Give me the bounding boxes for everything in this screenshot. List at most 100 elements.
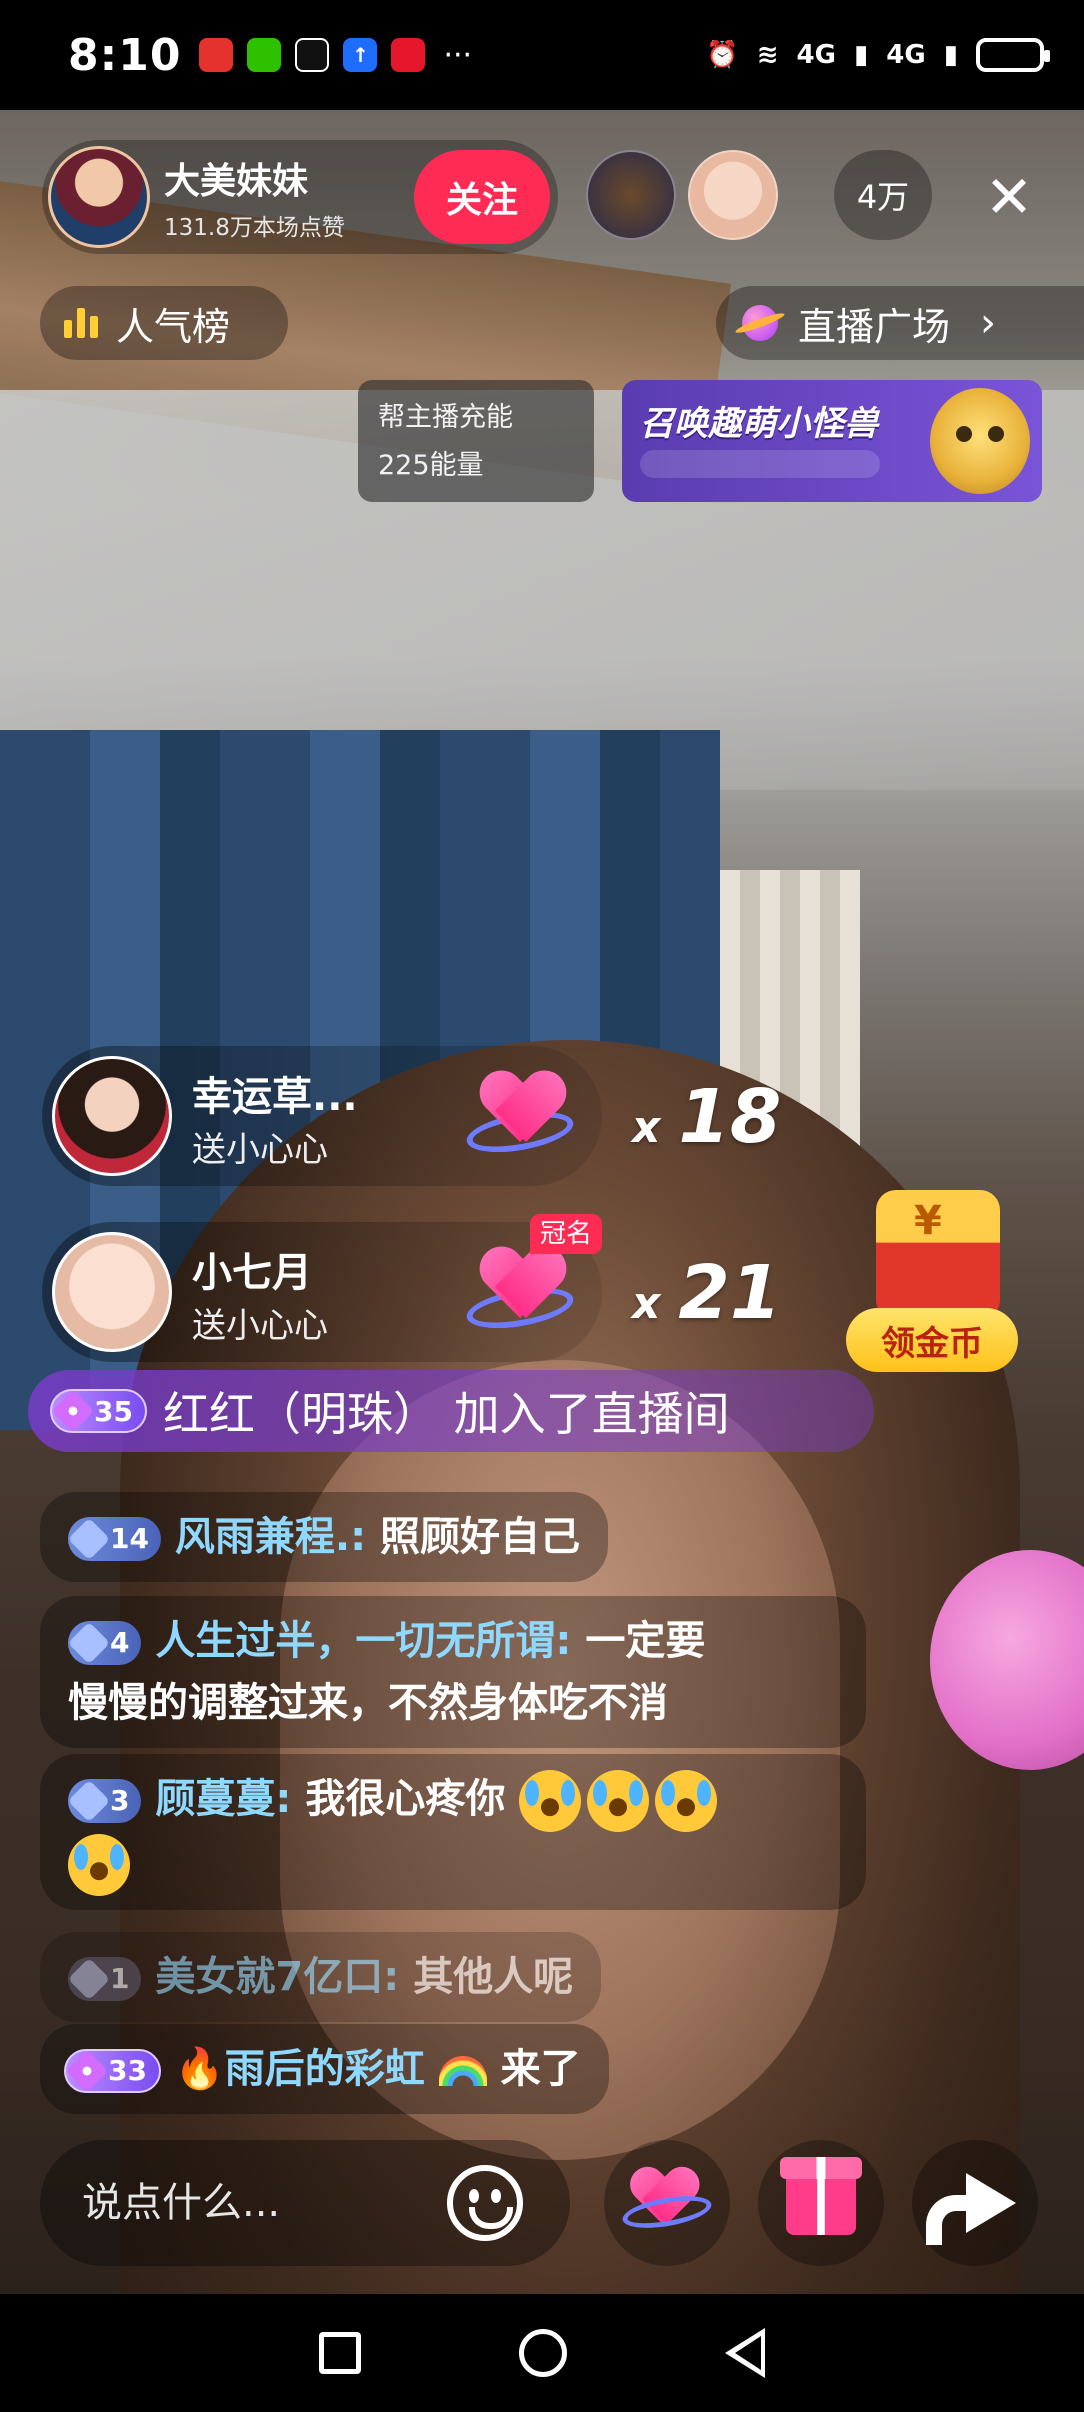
claim-coins-label: 领金币 — [846, 1308, 1018, 1372]
chat-text-continued: 慢慢的调整过来，不然身体吃不消 — [68, 1680, 668, 1726]
energy-card[interactable]: 帮主播充能 225能量 — [358, 380, 594, 502]
alarm-icon: ⏰ — [706, 40, 739, 70]
planet-icon — [742, 305, 778, 341]
huawei-app-icon — [199, 38, 234, 72]
send-heart-button[interactable] — [604, 2140, 730, 2266]
smiley-icon — [447, 2165, 523, 2241]
home-icon[interactable] — [519, 2329, 567, 2377]
chat-username[interactable]: 雨后的彩虹 — [225, 2046, 425, 2092]
more-notifications-icon: ··· — [443, 37, 473, 73]
rainbow-emoji-icon — [438, 2056, 487, 2086]
status-indicators: ⏰ ≋ 4G ▮ 4G ▮ — [706, 38, 1050, 72]
wechat-icon — [247, 38, 282, 72]
gem-icon — [65, 2049, 109, 2093]
heart-icon — [620, 2168, 714, 2238]
follow-button[interactable]: 关注 — [414, 150, 550, 244]
system-nav-bar — [0, 2294, 1084, 2412]
gift-sender-name: 幸运草... — [192, 1074, 358, 1120]
gift-sender-name: 小七月 — [192, 1250, 312, 1296]
level-badge: 3 — [67, 1779, 142, 1823]
recent-apps-icon[interactable] — [319, 2332, 361, 2374]
gift-notification: 小七月 送小心心 冠名 x 21 — [42, 1214, 781, 1362]
chat-message[interactable]: 3 顾蔓蔓: 我很心疼你 — [40, 1754, 866, 1910]
viewer-count[interactable]: 4万 — [834, 150, 932, 240]
notification-icons: ↑ ··· — [199, 38, 472, 73]
gift-icon — [780, 2157, 862, 2235]
plaza-label: 直播广场 — [798, 304, 951, 349]
signal-bars-icon: ▮ — [943, 40, 958, 70]
heart-gift-icon — [460, 1056, 580, 1176]
host-likes: 131.8万本场点赞 — [164, 215, 345, 241]
viewer-avatar[interactable] — [688, 150, 778, 240]
laugh-cry-emoji-icon — [655, 1770, 718, 1832]
level-badge: 33 — [64, 2049, 161, 2093]
status-time: 8:10 — [68, 29, 182, 81]
douyin-icon — [295, 38, 330, 72]
bottom-action-bar: 说点什么... — [0, 2140, 1084, 2270]
chat-text: 一定要 — [585, 1618, 706, 1664]
host-avatar[interactable] — [48, 146, 150, 248]
chat-message[interactable]: 1 美女就7亿口: 其他人呢 — [40, 1932, 602, 2022]
chat-text: 照顾好自己 — [380, 1514, 581, 1560]
level-badge: 4 — [67, 1621, 142, 1665]
battery-icon — [976, 38, 1050, 72]
chat-text: 我很心疼你 — [305, 1776, 506, 1822]
upload-app-icon: ↑ — [343, 38, 378, 72]
gift-count: x 21 — [632, 1250, 782, 1336]
level-badge: 35 — [50, 1389, 147, 1433]
gem-icon — [67, 1957, 111, 2001]
chat-message[interactable]: 4 人生过半，一切无所谓: 一定要 慢慢的调整过来，不然身体吃不消 — [40, 1596, 866, 1748]
live-plaza-button[interactable]: 直播广场 › — [716, 286, 1084, 360]
gift-notification: 幸运草... 送小心心 x 18 — [42, 1046, 781, 1186]
host-name: 大美妹妹 — [164, 161, 309, 202]
gift-sender-avatar[interactable] — [52, 1232, 172, 1352]
signal-label-2: 4G — [886, 40, 926, 70]
chevron-right-icon: › — [980, 300, 997, 346]
chat-username[interactable]: 风雨兼程. — [175, 1514, 350, 1560]
gift-action: 送小心心 — [192, 1130, 328, 1170]
chat-username[interactable]: 人生过半，一切无所谓 — [155, 1618, 555, 1664]
popularity-rank-button[interactable]: 人气榜 — [40, 286, 288, 360]
weibo-icon — [391, 38, 426, 72]
gift-sender-avatar[interactable] — [52, 1056, 172, 1176]
summon-title: 召唤趣萌小怪兽 — [640, 404, 878, 444]
title-badge: 冠名 — [530, 1214, 603, 1254]
chat-text: 来了 — [500, 2046, 581, 2092]
laugh-cry-emoji-icon — [68, 1834, 130, 1896]
laugh-cry-emoji-icon — [587, 1770, 650, 1832]
claim-coins-widget[interactable]: 领金币 — [846, 1190, 1026, 1380]
back-icon[interactable] — [725, 2328, 765, 2378]
fire-emoji-icon: 🔥 — [174, 2046, 225, 2092]
gift-action: 送小心心 — [192, 1306, 328, 1346]
close-icon[interactable]: ✕ — [974, 162, 1044, 232]
chat-username[interactable]: 美女就7亿口 — [155, 1954, 383, 2000]
laugh-cry-emoji-icon — [519, 1770, 582, 1832]
gem-icon — [67, 1621, 111, 1665]
rank-label: 人气榜 — [116, 304, 231, 349]
gem-icon — [67, 1779, 111, 1823]
gem-icon — [51, 1389, 95, 1433]
summon-subtitle — [640, 450, 880, 478]
status-bar: 8:10 ↑ ··· ⏰ ≋ 4G ▮ 4G ▮ — [0, 0, 1084, 110]
gift-count: x 18 — [632, 1074, 782, 1160]
summon-monster-banner[interactable]: 召唤趣萌小怪兽 — [622, 380, 1042, 502]
chat-message[interactable]: 33 🔥雨后的彩虹 来了 — [40, 2024, 609, 2114]
gem-icon — [67, 1517, 111, 1561]
share-arrow-icon — [926, 2173, 1016, 2245]
bar-chart-icon — [64, 308, 98, 338]
host-card[interactable]: 大美妹妹 131.8万本场点赞 关注 — [42, 140, 558, 254]
level-badge: 14 — [67, 1517, 161, 1561]
join-text: 红红（明珠） 加入了直播间 — [162, 1387, 730, 1441]
emoji-button[interactable] — [434, 2152, 536, 2254]
level-badge: 1 — [67, 1957, 142, 2001]
gift-button[interactable] — [758, 2140, 884, 2266]
viewer-avatar[interactable] — [586, 150, 676, 240]
wifi-icon: ≋ — [756, 40, 779, 70]
energy-line1: 帮主播充能 — [378, 402, 513, 433]
share-button[interactable] — [912, 2140, 1038, 2266]
chat-username[interactable]: 顾蔓蔓 — [155, 1776, 275, 1822]
treasure-chest-icon — [876, 1190, 1000, 1320]
signal-bars-icon: ▮ — [853, 40, 869, 70]
top-viewers — [586, 150, 778, 240]
chat-message[interactable]: 14 风雨兼程.: 照顾好自己 — [40, 1492, 609, 1582]
